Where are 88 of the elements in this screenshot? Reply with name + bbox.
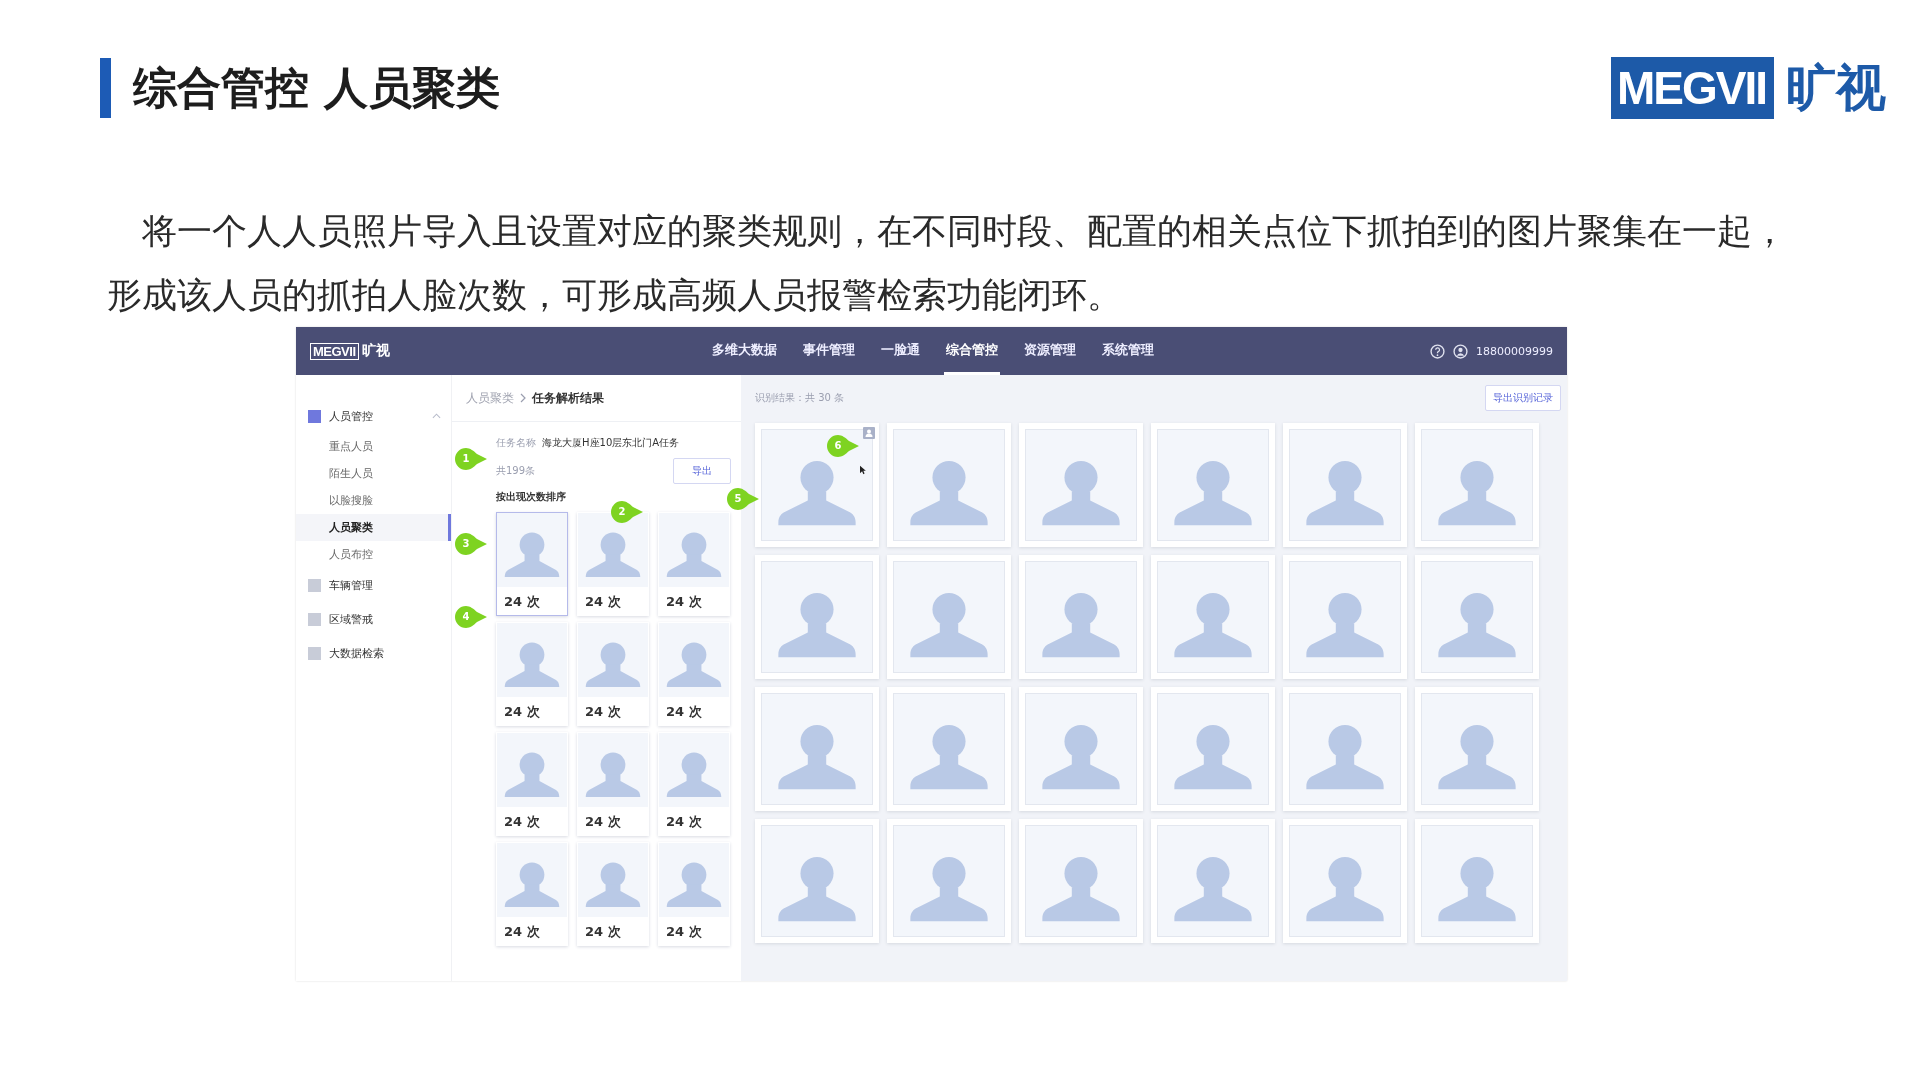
logo-name: 旷视 — [361, 342, 390, 360]
face-card[interactable] — [1151, 423, 1275, 547]
face-card[interactable] — [887, 687, 1011, 811]
task-name: 海龙大厦H座10层东北门A任务 — [542, 436, 680, 450]
logo-name: 旷视 — [1786, 57, 1886, 119]
callout-marker: 6 — [826, 434, 860, 458]
face-card[interactable] — [1019, 423, 1143, 547]
count-text: 24 次 — [665, 813, 703, 831]
breadcrumb-current: 任务解析结果 — [532, 389, 604, 407]
face-card[interactable] — [1283, 423, 1407, 547]
chevron-right-icon — [520, 393, 526, 403]
slide-title: 综合管控 人员聚类 — [133, 60, 501, 115]
help-icon[interactable] — [1430, 343, 1445, 359]
description-text: 将一个人人员照片导入且设置对应的聚类规则，在不同时段、配置的相关点位下抓拍到的图片聚集在一起，形成该人员的抓拍人脸次数，可形成高频人员报警检索功能闭环。 — [107, 210, 1788, 317]
task-label: 任务名称 — [496, 436, 536, 450]
logo-wordmark: MEGVII — [1610, 57, 1774, 119]
person-icon[interactable] — [863, 427, 875, 439]
cluster-card[interactable]: 24 次 — [496, 842, 568, 946]
cluster-card[interactable]: 24 次 — [658, 842, 730, 946]
result-summary: 识别结果：共 30 条 — [755, 391, 845, 405]
cluster-card[interactable]: 24 次 — [496, 512, 568, 616]
total-count: 共199条 — [496, 464, 536, 478]
sort-label: 按出现次数排序 — [496, 490, 567, 504]
face-card[interactable] — [1019, 819, 1143, 943]
nav-tab[interactable]: 系统管理 — [1100, 327, 1156, 375]
face-card[interactable] — [1415, 819, 1539, 943]
face-card[interactable] — [1415, 423, 1539, 547]
callout-marker: 4 — [454, 605, 488, 629]
export-records-button[interactable]: 导出识别记录 — [1485, 385, 1561, 411]
face-card[interactable] — [1151, 555, 1275, 679]
face-card[interactable] — [755, 819, 879, 943]
face-card[interactable] — [755, 687, 879, 811]
count-text: 24 次 — [665, 923, 703, 941]
callout-marker: 1 — [454, 447, 488, 471]
face-card[interactable] — [1019, 555, 1143, 679]
nav-tab[interactable]: 资源管理 — [1022, 327, 1078, 375]
face-card[interactable] — [1283, 687, 1407, 811]
count-text: 24 次 — [503, 703, 541, 721]
face-card[interactable] — [887, 423, 1011, 547]
face-card[interactable] — [1415, 687, 1539, 811]
cluster-card[interactable]: 24 次 — [658, 512, 730, 616]
cursor-icon — [859, 465, 866, 475]
user-account[interactable]: 18800009999 — [1476, 344, 1553, 358]
nav-tab[interactable]: 事件管理 — [801, 327, 857, 375]
sidebar-group[interactable]: 区域警戒 — [296, 602, 451, 636]
cluster-card[interactable]: 24 次 — [658, 622, 730, 726]
sidebar-group[interactable]: 大数据检索 — [296, 636, 451, 670]
callout-marker: 3 — [454, 532, 488, 556]
sidebar-item[interactable]: 人员布控 — [296, 541, 451, 568]
count-text: 24 次 — [503, 813, 541, 831]
nav-tab[interactable]: 一脸通 — [879, 327, 922, 375]
cluster-card[interactable]: 24 次 — [577, 622, 649, 726]
count-text: 24 次 — [503, 593, 541, 611]
face-card[interactable] — [1151, 819, 1275, 943]
face-card[interactable] — [755, 423, 879, 547]
nav-tab[interactable]: 多维大数据 — [710, 327, 779, 375]
count-text: 24 次 — [665, 703, 703, 721]
callout-marker: 5 — [726, 487, 760, 511]
count-text: 24 次 — [584, 593, 622, 611]
sidebar-item[interactable]: 人员聚类 — [296, 514, 451, 541]
cluster-card[interactable]: 24 次 — [496, 732, 568, 836]
face-card[interactable] — [1019, 687, 1143, 811]
user-icon[interactable] — [1453, 343, 1468, 359]
count-text: 24 次 — [584, 703, 622, 721]
title-accent-bar — [100, 58, 111, 118]
face-card[interactable] — [1283, 819, 1407, 943]
cluster-card[interactable]: 24 次 — [496, 622, 568, 726]
face-card[interactable] — [1415, 555, 1539, 679]
face-card[interactable] — [1151, 687, 1275, 811]
sidebar-group[interactable]: 车辆管理 — [296, 568, 451, 602]
callout-marker: 2 — [610, 500, 644, 524]
count-text: 24 次 — [584, 813, 622, 831]
cluster-card[interactable]: 24 次 — [658, 732, 730, 836]
sidebar-group[interactable]: 人员管控 — [296, 399, 451, 433]
count-text: 24 次 — [665, 593, 703, 611]
cluster-card[interactable]: 24 次 — [577, 842, 649, 946]
sidebar-item[interactable]: 以脸搜脸 — [296, 487, 451, 514]
cluster-card[interactable]: 24 次 — [577, 732, 649, 836]
face-card[interactable] — [755, 555, 879, 679]
face-card[interactable] — [1283, 555, 1407, 679]
face-card[interactable] — [887, 555, 1011, 679]
sidebar-item[interactable]: 陌生人员 — [296, 460, 451, 487]
sidebar-item[interactable]: 重点人员 — [296, 433, 451, 460]
count-text: 24 次 — [503, 923, 541, 941]
count-text: 24 次 — [584, 923, 622, 941]
export-button[interactable]: 导出 — [673, 458, 731, 484]
logo-wordmark: MEGVII — [310, 342, 359, 360]
face-card[interactable] — [887, 819, 1011, 943]
